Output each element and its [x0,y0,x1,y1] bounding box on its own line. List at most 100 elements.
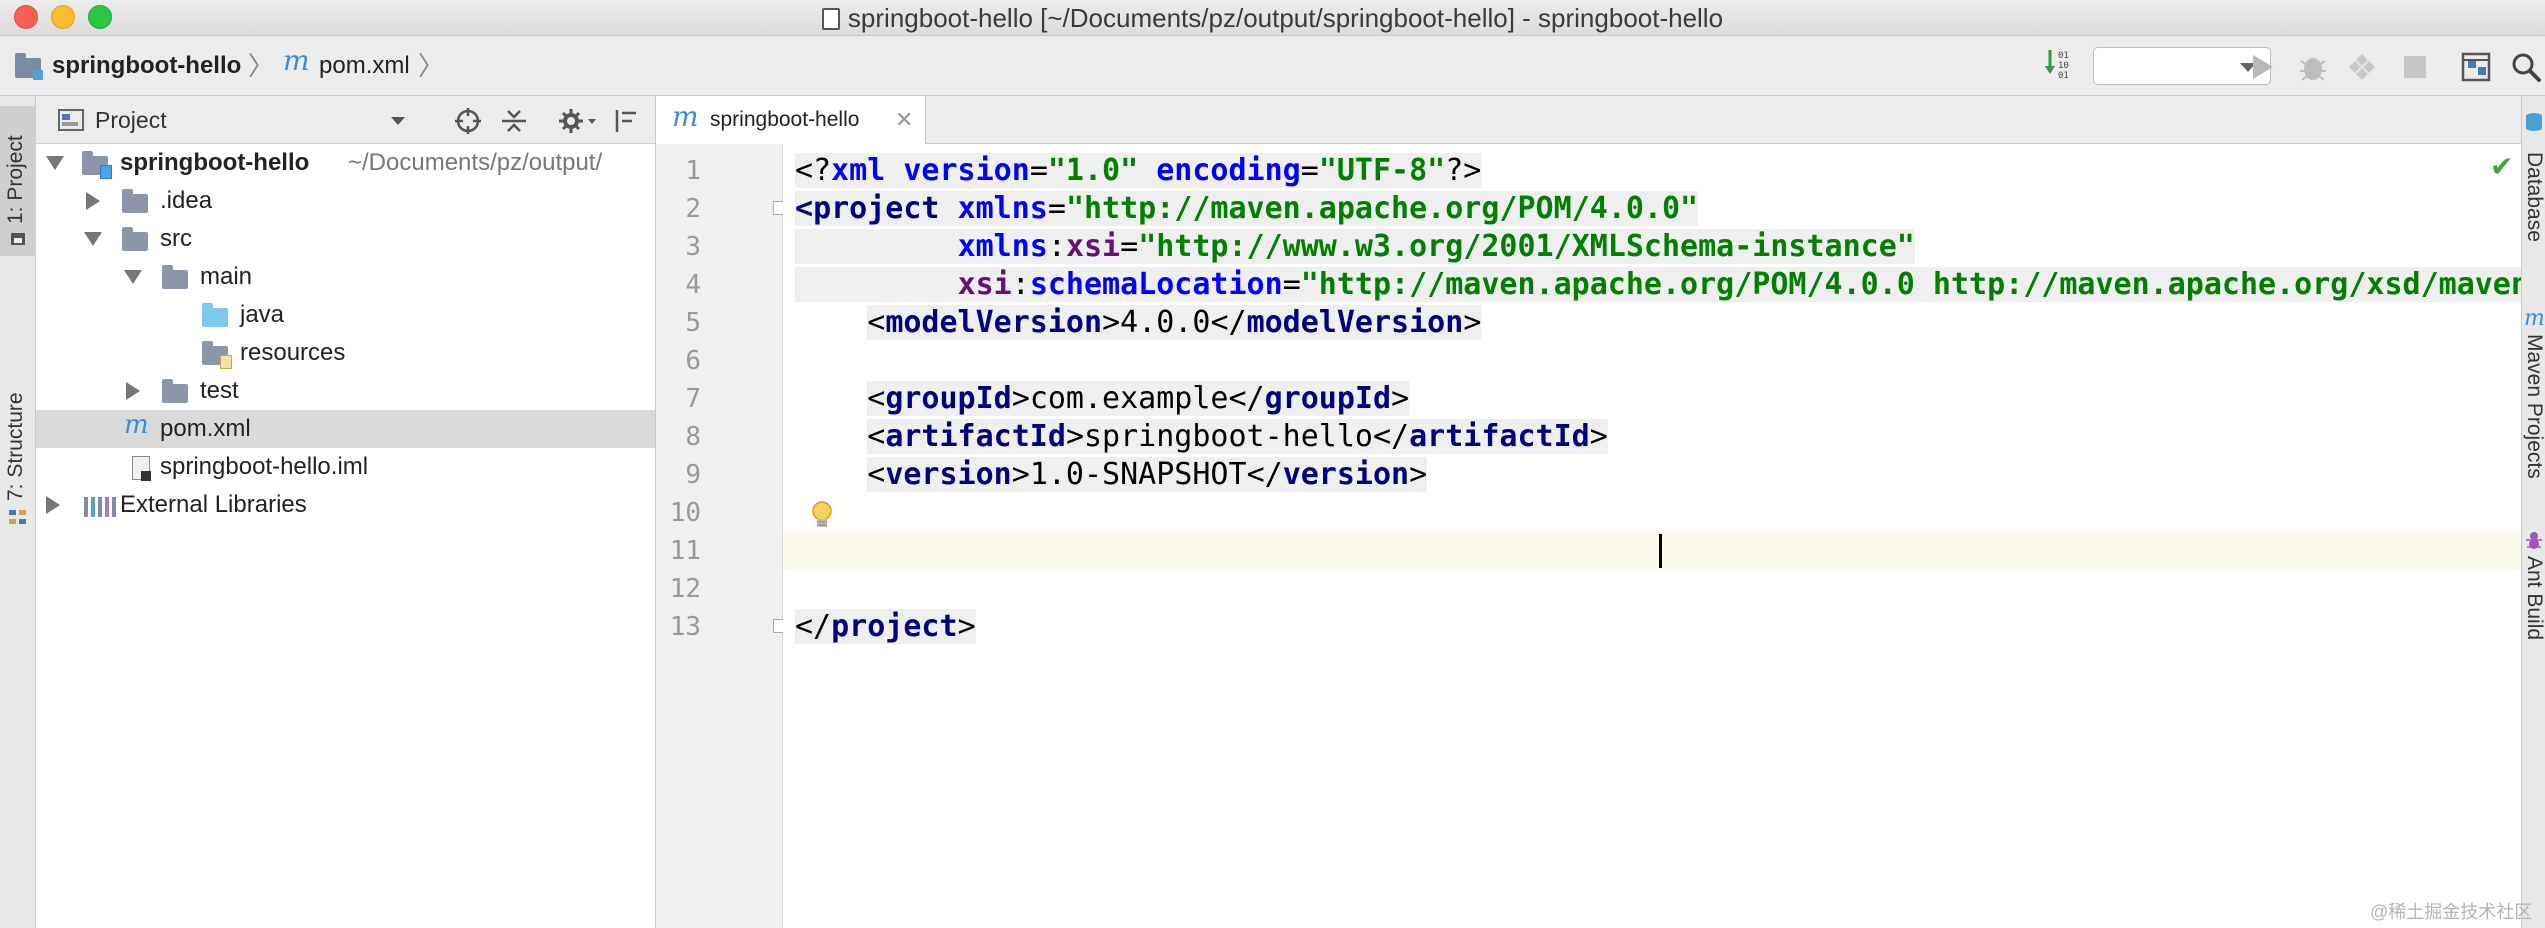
search-icon[interactable] [2510,51,2542,83]
ant-build-tool-tab[interactable]: Ant Build [2522,556,2545,640]
tree-item-external-libraries[interactable]: External Libraries [36,486,655,524]
project-tool-tab-label: 1: Project [4,135,27,224]
svg-text:01: 01 [2058,71,2069,81]
line-number: 3 [685,232,701,262]
expand-arrow-icon[interactable] [46,496,60,514]
code-line-13: </project> [795,609,976,644]
code-line-2: <project xmlns="http://maven.apache.org/… [795,191,1699,226]
project-panel: Project springboot-hello ~/Documents/pz/… [36,96,656,928]
line-number: 2 [685,194,701,224]
expand-arrow-icon[interactable] [46,156,64,170]
structure-tool-tab[interactable]: 7: Structure [0,276,36,526]
database-icon [2526,113,2542,131]
code-line-7: <groupId>com.example</groupId> [867,381,1410,416]
text-caret [1659,534,1662,568]
breadcrumb-chevron-icon: 〉 [248,51,275,81]
tree-item-label: main [200,263,253,290]
line-number: 7 [685,384,701,414]
breadcrumb-chevron-icon: 〉 [418,51,445,81]
breadcrumb-project[interactable]: springboot-hello [52,36,241,96]
settings-gear-icon[interactable] [558,107,598,135]
left-tool-strip: 1: Project 7: Structure [0,96,36,928]
tree-item-path: ~/Documents/pz/output/ [348,149,603,176]
navigation-bar: springboot-hello 〉 m pom.xml 〉 01 10 01 [0,36,2545,96]
svg-text:10: 10 [2058,61,2069,71]
coverage-icon[interactable] [2347,52,2377,82]
ant-icon [2526,532,2542,549]
tree-item-label: test [200,377,239,404]
editor-tab-pom[interactable]: m springboot-hello ✕ [656,96,926,144]
collapse-all-icon[interactable] [500,107,528,135]
run-icon[interactable] [2250,53,2276,81]
tree-item-label: springboot-hello [120,149,310,176]
line-number: 10 [669,498,701,528]
maven-file-icon: m [283,44,310,77]
code-line-8: <artifactId>springboot-hello</artifactId… [867,419,1608,454]
module-file-icon [132,456,151,481]
maven-file-icon: m [124,410,149,440]
code-line-1: <?xml version="1.0" encoding="UTF-8"?> [795,153,1482,188]
expand-arrow-icon[interactable] [124,270,142,284]
folder-icon [122,189,148,213]
line-number: 1 [685,156,701,186]
run-configuration-select[interactable] [2093,47,2271,85]
tree-item-label: springboot-hello.iml [160,453,369,480]
database-tool-tab[interactable]: Database [2522,152,2545,242]
tree-item-label: resources [240,339,346,366]
line-number: 11 [669,536,701,566]
tree-item-iml[interactable]: springboot-hello.iml [36,448,655,486]
view-dropdown-chevron-icon[interactable] [390,115,406,127]
tree-item-label: .idea [160,187,213,214]
tree-item-pom-xml[interactable]: m pom.xml [36,410,655,448]
line-number: 12 [669,574,701,604]
tree-item-idea[interactable]: .idea [36,182,655,220]
source-folder-icon [202,303,228,327]
line-number: 4 [685,270,701,300]
tree-item-label: src [160,225,192,252]
stop-icon[interactable] [2402,54,2428,80]
project-tool-icon [11,233,25,245]
inspection-ok-icon[interactable]: ✔ [2490,150,2513,183]
structure-tool-tab-label: 7: Structure [4,392,27,501]
project-panel-header: Project [36,96,655,144]
watermark: @稀土掘金技术社区 [2370,902,2533,922]
editor-gutter: 1 2 3 4 5 6 7 8 9 10 11 12 13 [656,144,787,928]
code-editor[interactable]: <?xml version="1.0" encoding="UTF-8"?> <… [783,144,2521,928]
expand-arrow-icon[interactable] [84,232,102,246]
tree-item-resources[interactable]: resources [36,334,655,372]
close-tab-icon[interactable]: ✕ [895,96,913,144]
tree-item-main[interactable]: main [36,258,655,296]
tree-item-label: External Libraries [120,491,307,518]
module-folder-icon [82,151,112,179]
intention-bulb-icon[interactable] [810,500,834,532]
debug-icon[interactable] [2297,51,2329,83]
project-structure-icon[interactable] [2460,51,2492,83]
project-view-icon [58,109,84,131]
locate-file-icon[interactable] [454,107,482,135]
tree-item-test[interactable]: test [36,372,655,410]
tree-item-java[interactable]: java [36,296,655,334]
folder-icon [162,379,188,403]
maven-projects-tool-tab[interactable]: Maven Projects [2522,334,2545,479]
hide-panel-icon[interactable] [612,107,640,135]
title-bar: springboot-hello [~/Documents/pz/output/… [0,0,2545,36]
sort-binary-icon[interactable]: 01 10 01 [2044,48,2078,84]
line-number: 13 [669,612,701,642]
tree-item-label: pom.xml [160,415,251,442]
module-folder-icon [15,53,43,80]
code-line-3: xmlns:xsi="http://www.w3.org/2001/XMLSch… [795,228,1915,266]
line-number: 6 [685,346,701,376]
code-line-9: <version>1.0-SNAPSHOT</version> [867,457,1428,492]
breadcrumb-file[interactable]: pom.xml [319,36,410,96]
project-panel-title[interactable]: Project [95,96,167,144]
project-tool-tab[interactable]: 1: Project [0,106,36,256]
code-line-5: <modelVersion>4.0.0</modelVersion> [867,305,1482,340]
tree-item-springboot-hello[interactable]: springboot-hello ~/Documents/pz/output/ [36,144,655,182]
expand-arrow-icon[interactable] [126,382,140,400]
right-tool-strip: Database m Maven Projects Ant Build [2521,96,2545,928]
tree-item-src[interactable]: src [36,220,655,258]
editor-tab-label: springboot-hello [710,108,860,131]
expand-arrow-icon[interactable] [86,192,100,210]
maven-tool-icon: m [2524,306,2545,331]
editor-tab-bar: m springboot-hello ✕ [656,96,2521,144]
